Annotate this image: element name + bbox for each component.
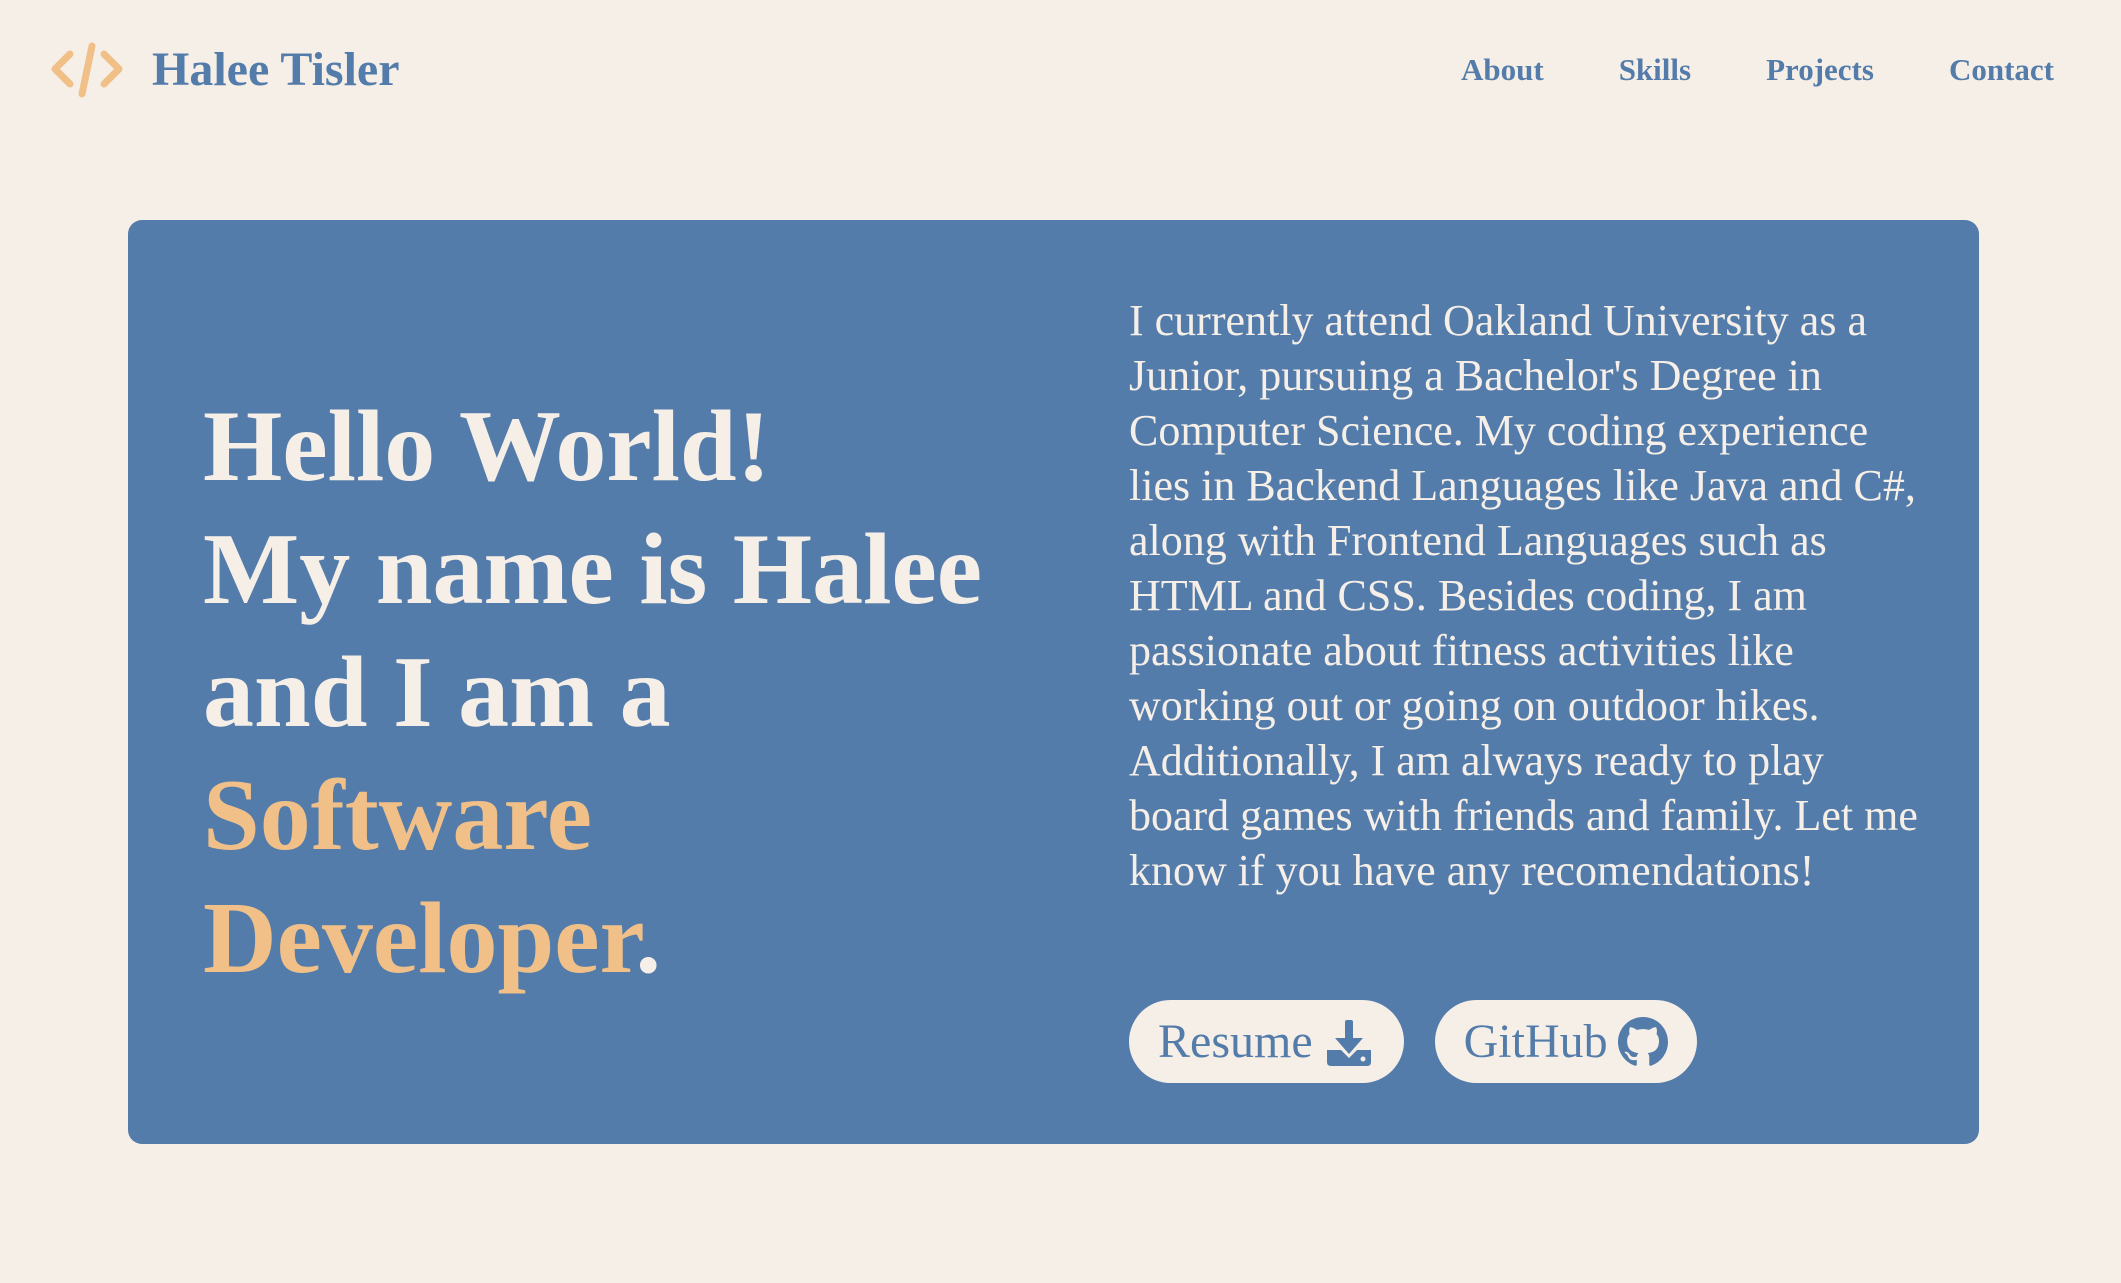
hero-card: Hello World! My name is Halee and I am a…	[128, 220, 1979, 1144]
headline-role-software: Software	[203, 759, 593, 872]
headline-greeting: Hello World!	[203, 390, 771, 503]
resume-button[interactable]: Resume	[1129, 1000, 1404, 1083]
download-icon	[1326, 1019, 1371, 1066]
headline-role-line: Developer.	[203, 877, 1103, 1000]
code-brackets-icon	[51, 42, 123, 98]
nav-link-contact[interactable]: Contact	[1949, 45, 2054, 95]
github-button-label: GitHub	[1463, 1015, 1608, 1068]
hero-actions: Resume GitHub	[1129, 1000, 1697, 1083]
headline-role-developer: Developer	[203, 882, 636, 995]
headline-end-punctuation: .	[635, 882, 661, 995]
top-navigation-bar: Halee Tisler About Skills Projects Conta…	[0, 0, 2121, 140]
nav-link-skills[interactable]: Skills	[1619, 45, 1691, 95]
brand-logo-link[interactable]: Halee Tisler	[50, 40, 400, 100]
resume-button-label: Resume	[1158, 1015, 1313, 1068]
headline-intro-line: and I am a	[203, 636, 671, 749]
headline-name-line: My name is Halee	[203, 513, 982, 626]
main-nav: About Skills Projects Contact	[1461, 45, 2054, 95]
hero-headline: Hello World! My name is Halee and I am a…	[203, 385, 1103, 1000]
nav-link-projects[interactable]: Projects	[1766, 45, 1874, 95]
brand-name: Halee Tisler	[152, 43, 400, 96]
nav-link-about[interactable]: About	[1461, 45, 1544, 95]
github-button[interactable]: GitHub	[1434, 1000, 1697, 1083]
bio-paragraph: I currently attend Oakland University as…	[1129, 296, 1918, 895]
github-icon	[1617, 1016, 1668, 1066]
